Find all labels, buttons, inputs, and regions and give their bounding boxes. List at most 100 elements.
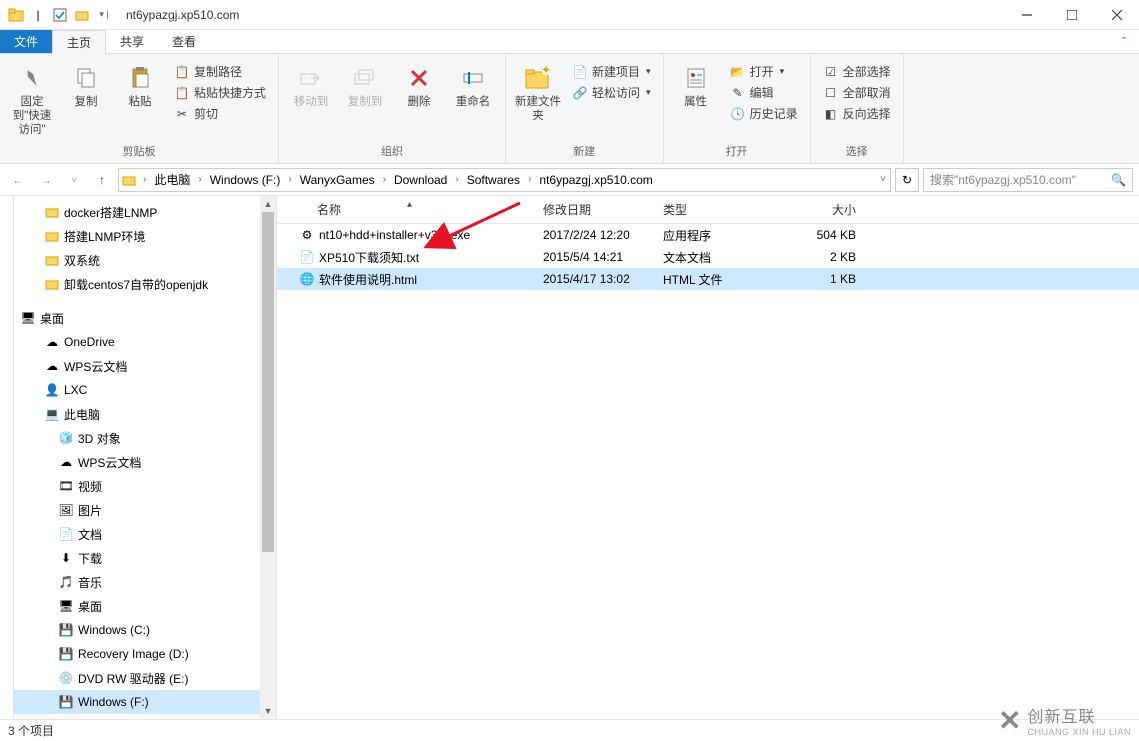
open-button[interactable]: 📂打开▾ <box>726 62 802 81</box>
tree-item[interactable]: ⬇下载 <box>14 546 276 570</box>
tree-desktop[interactable]: 🖥桌面 <box>14 306 276 330</box>
col-type[interactable]: 类型 <box>657 201 772 218</box>
pin-to-quick-access-button[interactable]: 固定到"快速访问" <box>8 58 56 137</box>
sort-indicator-icon: ▴ <box>407 199 412 210</box>
file-row[interactable]: ⚙nt10+hdd+installer+v3.2.exe2017/2/24 12… <box>277 224 1139 246</box>
item-icon: 🎞 <box>58 478 74 494</box>
tree-item[interactable]: ☁WPS云文档 <box>14 450 276 474</box>
tree-item[interactable]: 💾Recovery Image (D:) <box>14 642 276 666</box>
item-icon: ⬇ <box>58 550 74 566</box>
item-icon: ☁ <box>58 454 74 470</box>
folder-icon <box>119 173 139 187</box>
invert-selection-button[interactable]: ◧反向选择 <box>819 104 895 123</box>
forward-button[interactable]: → <box>34 168 58 192</box>
address-bar: ← → ˅ ↑ ›此电脑 ›Windows (F:) ›WanyxGames ›… <box>0 164 1139 196</box>
breadcrumb-history-dropdown[interactable]: ˅ <box>876 174 890 185</box>
tab-view[interactable]: 查看 <box>158 30 210 53</box>
history-button[interactable]: 🕓历史记录 <box>726 104 802 123</box>
tree-item[interactable]: ☁OneDrive <box>14 330 276 354</box>
copy-icon <box>70 62 102 94</box>
close-button[interactable] <box>1094 0 1139 30</box>
properties-button[interactable]: 属性 <box>672 58 720 110</box>
qat-dropdown-icon[interactable]: ▾ | <box>96 7 112 23</box>
select-none-button[interactable]: ☐全部取消 <box>819 83 895 102</box>
tree-scrollbar[interactable]: ▲ ▼ <box>260 196 276 719</box>
tree-item[interactable]: 双系统 <box>14 248 276 272</box>
copy-to-button[interactable]: 复制到 <box>341 58 389 110</box>
item-icon: 💾 <box>58 622 74 638</box>
back-button[interactable]: ← <box>6 168 30 192</box>
easy-access-icon: 🔗 <box>572 85 588 101</box>
col-size[interactable]: 大小 <box>772 201 862 218</box>
new-item-button[interactable]: 📄新建项目▾ <box>568 62 655 81</box>
cut-button[interactable]: ✂剪切 <box>170 104 270 123</box>
breadcrumb[interactable]: ›此电脑 ›Windows (F:) ›WanyxGames ›Download… <box>118 168 891 192</box>
up-button[interactable]: ↑ <box>90 168 114 192</box>
tab-share[interactable]: 共享 <box>106 30 158 53</box>
search-input[interactable]: 搜索"nt6ypazgj.xp510.com" 🔍 <box>923 168 1133 192</box>
tree-item[interactable]: 👤LXC <box>14 378 276 402</box>
item-icon: 🖥 <box>58 598 74 614</box>
tree-item[interactable]: 🖥桌面 <box>14 594 276 618</box>
item-icon: 🖼 <box>58 502 74 518</box>
tree-item[interactable]: 🎵音乐 <box>14 570 276 594</box>
tree-item[interactable]: ☁WPS云文档 <box>14 354 276 378</box>
copyto-icon <box>349 62 381 94</box>
easy-access-button[interactable]: 🔗轻松访问▾ <box>568 83 655 102</box>
qat-separator: | <box>30 7 46 23</box>
folder-icon <box>44 252 60 268</box>
rename-button[interactable]: 重命名 <box>449 58 497 110</box>
navigation-tree[interactable]: docker搭建LNMP搭建LNMP环境双系统卸载centos7自带的openj… <box>14 196 277 719</box>
col-name[interactable]: 名称▴ <box>277 201 537 218</box>
folder-icon <box>44 228 60 244</box>
tree-item[interactable]: 💿DVD RW 驱动器 (E:) <box>14 666 276 690</box>
tree-item[interactable]: 🎞视频 <box>14 474 276 498</box>
paste-button[interactable]: 粘贴 <box>116 58 164 110</box>
item-icon: 🎵 <box>58 574 74 590</box>
file-icon: 🌐 <box>299 271 315 287</box>
tab-home[interactable]: 主页 <box>52 30 106 54</box>
history-icon: 🕓 <box>730 106 746 122</box>
copy-button[interactable]: 复制 <box>62 58 110 110</box>
desktop-icon: 🖥 <box>20 310 36 326</box>
collapse-ribbon-icon[interactable]: ˆ <box>1109 30 1139 53</box>
rename-icon <box>457 62 489 94</box>
tree-item[interactable]: 🖼图片 <box>14 498 276 522</box>
new-folder-icon: ✦ <box>522 62 554 94</box>
group-open-label: 打开 <box>672 141 802 161</box>
edit-button[interactable]: ✎编辑 <box>726 83 802 102</box>
select-all-icon: ☑ <box>823 64 839 80</box>
tree-item[interactable]: 🧊3D 对象 <box>14 426 276 450</box>
window-title: nt6ypazgj.xp510.com <box>120 8 1004 22</box>
qat-folder-icon[interactable] <box>74 7 90 23</box>
file-row[interactable]: 📄XP510下载须知.txt2015/5/4 14:21文本文档2 KB <box>277 246 1139 268</box>
refresh-button[interactable]: ↻ <box>895 168 919 192</box>
maximize-button[interactable] <box>1049 0 1094 30</box>
ribbon: 固定到"快速访问" 复制 粘贴 📋复制路径 📋粘贴快捷方式 ✂剪切 剪贴板 移动… <box>0 54 1139 164</box>
move-to-button[interactable]: 移动到 <box>287 58 335 110</box>
select-all-button[interactable]: ☑全部选择 <box>819 62 895 81</box>
qat-check-icon[interactable] <box>52 7 68 23</box>
file-row[interactable]: 🌐软件使用说明.html2015/4/17 13:02HTML 文件1 KB <box>277 268 1139 290</box>
minimize-button[interactable] <box>1004 0 1049 30</box>
col-date[interactable]: 修改日期 <box>537 201 657 218</box>
paste-shortcut-button[interactable]: 📋粘贴快捷方式 <box>170 83 270 102</box>
group-clipboard-label: 剪贴板 <box>8 141 270 161</box>
scroll-down-icon[interactable]: ▼ <box>260 703 276 719</box>
select-none-icon: ☐ <box>823 85 839 101</box>
tree-computer[interactable]: 💻此电脑 <box>14 402 276 426</box>
tree-item[interactable]: 💾Windows (F:) <box>14 690 276 714</box>
recent-dropdown[interactable]: ˅ <box>62 168 86 192</box>
tree-item[interactable]: 搭建LNMP环境 <box>14 224 276 248</box>
tree-item[interactable]: 📄文档 <box>14 522 276 546</box>
new-folder-button[interactable]: ✦ 新建文件夹 <box>514 58 562 124</box>
delete-button[interactable]: 删除 <box>395 58 443 110</box>
tree-item[interactable]: 💾Windows (C:) <box>14 618 276 642</box>
scroll-up-icon[interactable]: ▲ <box>260 196 276 212</box>
tab-file[interactable]: 文件 <box>0 30 52 53</box>
scroll-thumb[interactable] <box>262 212 274 552</box>
copy-path-button[interactable]: 📋复制路径 <box>170 62 270 81</box>
tree-item[interactable]: docker搭建LNMP <box>14 200 276 224</box>
tree-item[interactable]: 卸载centos7自带的openjdk <box>14 272 276 296</box>
item-icon: 💾 <box>58 694 74 710</box>
